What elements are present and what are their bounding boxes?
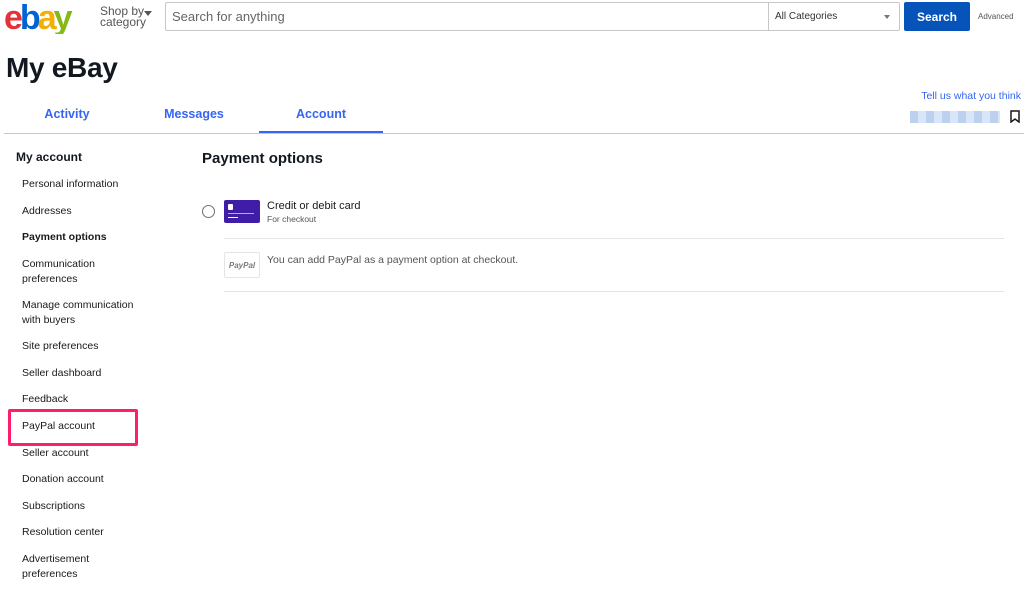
sidebar-item-addresses[interactable]: Addresses [22,204,150,219]
username-redacted [910,111,1000,123]
tabs-divider [4,133,1024,134]
tab-account[interactable]: Account [259,107,383,133]
sidebar-item-payment-options[interactable]: Payment options [22,230,150,245]
advanced-search-link[interactable]: Advanced [978,12,1014,21]
section-title: Payment options [202,150,323,167]
credit-card-icon [224,200,260,223]
feedback-link[interactable]: Tell us what you think [921,90,1021,102]
paypal-logo: PayPal [224,252,260,278]
tab-activity[interactable]: Activity [4,107,130,133]
logo-letter-y: y [54,2,73,34]
sidebar-item-advertisement-preferences[interactable]: Advertisement preferences [22,552,122,582]
tab-account-label: Account [296,107,346,121]
category-select-value: All Categories [775,11,838,22]
ebay-logo-graphic: ebay [4,0,76,37]
sidebar-item-manage-communication[interactable]: Manage communication with buyers [22,298,152,328]
divider [224,291,1004,292]
search-input[interactable] [172,3,762,30]
sidebar-item-subscriptions[interactable]: Subscriptions [22,499,150,514]
sidebar-item-site-preferences[interactable]: Site preferences [22,339,150,354]
card-chip-graphic [228,204,233,210]
sidebar-item-seller-dashboard[interactable]: Seller dashboard [22,366,150,381]
card-name-graphic [228,217,238,218]
card-option-title[interactable]: Credit or debit card [267,200,361,212]
account-sidebar: My account [16,150,156,177]
sidebar-item-communication-preferences[interactable]: Communication preferences [22,257,122,287]
search-button[interactable]: Search [904,2,970,31]
sidebar-heading: My account [16,150,83,164]
sidebar-item-resolution-center[interactable]: Resolution center [22,525,150,540]
shop-by-category-button[interactable]: Shop by category [100,5,152,29]
svg-text:ebay: ebay [4,2,73,34]
ebay-logo[interactable]: ebay [4,0,90,37]
sidebar-item-donation-account[interactable]: Donation account [22,472,150,487]
chevron-down-icon [884,15,890,19]
card-number-graphic [228,213,254,214]
sidebar-item-seller-account[interactable]: Seller account [22,446,150,461]
card-option-radio[interactable] [202,205,215,218]
sidebar-item-feedback[interactable]: Feedback [22,392,150,407]
page-title: My eBay [6,52,118,83]
sidebar-item-personal-information[interactable]: Personal information [22,177,150,192]
paypal-message: You can add PayPal as a payment option a… [267,254,519,266]
category-select[interactable]: All Categories [768,3,899,30]
tab-messages[interactable]: Messages [131,107,257,133]
tab-activity-label: Activity [44,107,90,121]
divider [224,238,1004,239]
tab-messages-label: Messages [164,107,224,121]
bookmark-icon[interactable] [1010,110,1020,123]
category-label: category [100,15,147,29]
highlight-annotation-box [8,409,138,446]
card-option-subtitle: For checkout [267,214,317,224]
chevron-down-icon [144,11,152,16]
search-bar: All Categories [165,2,900,31]
